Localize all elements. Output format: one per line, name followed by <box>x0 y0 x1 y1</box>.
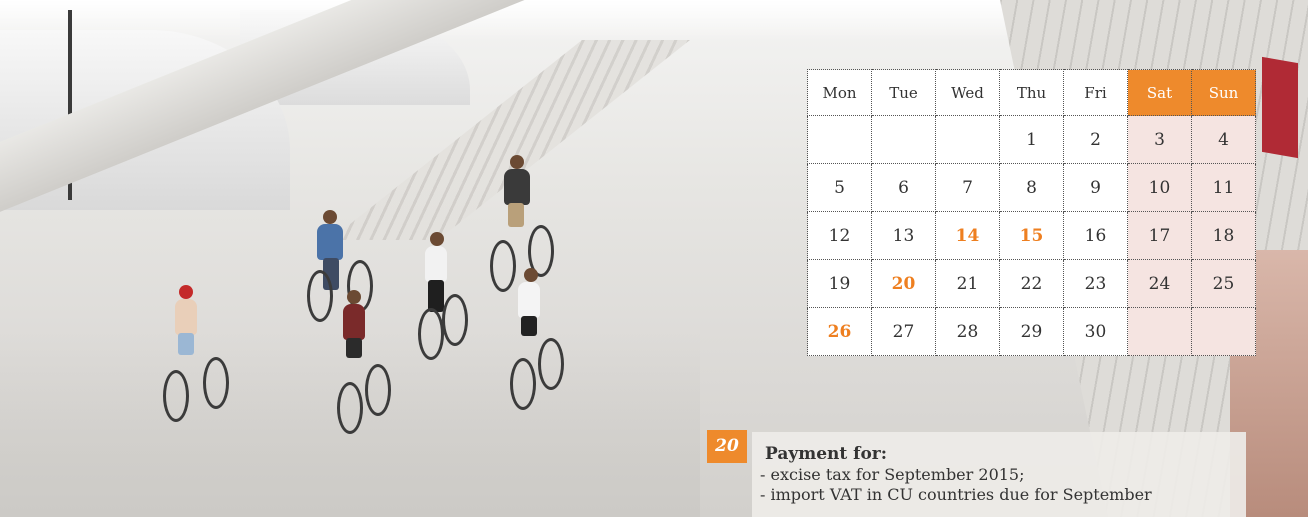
calendar-week-row: 1234 <box>807 115 1256 164</box>
weekday-tue: Tue <box>871 69 936 116</box>
month-calendar: Mon Tue Wed Thu Fri Sat Sun 1 2 3 4 5 6 7 8 9 10 1… <box>807 69 1256 356</box>
calendar-day-cell: 17 <box>1127 211 1192 260</box>
calendar-day-cell: 21 <box>935 259 1000 308</box>
calendar-day-cell: 7 <box>935 163 1000 212</box>
calendar-day-cell: 29 <box>999 307 1064 356</box>
calendar-day-cell: 4 <box>1191 115 1256 164</box>
calendar-day-cell: 19 <box>807 259 872 308</box>
calendar-empty-cell <box>871 115 936 164</box>
weekday-fri: Fri <box>1063 69 1128 116</box>
calendar-day-cell: 30 <box>1063 307 1128 356</box>
calendar-day-cell: 5 <box>807 163 872 212</box>
notice-item: - import VAT in CU countries due for Sep… <box>760 485 1152 504</box>
notice-title: Payment for: <box>765 444 888 464</box>
calendar-empty-cell <box>1127 307 1192 356</box>
calendar-day-cell: 13 <box>871 211 936 260</box>
calendar-day-cell: 15 <box>999 211 1064 260</box>
calendar-day-cell: 8 <box>999 163 1064 212</box>
calendar-day-cell: 9 <box>1063 163 1128 212</box>
calendar-day-cell: 1 <box>999 115 1064 164</box>
calendar-day-cell: 20 <box>871 259 936 308</box>
weekday-sun: Sun <box>1191 69 1256 116</box>
notice-item: - excise tax for September 2015; <box>760 465 1025 484</box>
calendar-day-cell: 23 <box>1063 259 1128 308</box>
notice-day-badge: 20 <box>707 430 747 463</box>
calendar-day-cell: 10 <box>1127 163 1192 212</box>
calendar-week-row: 26 27 28 29 30 <box>807 307 1256 356</box>
weekday-sat: Sat <box>1127 69 1192 116</box>
weekday-thu: Thu <box>999 69 1064 116</box>
calendar-day-cell: 16 <box>1063 211 1128 260</box>
weekday-mon: Mon <box>807 69 872 116</box>
calendar-weeks: 1 2 3 4 5 6 7 8 9 10 11 12 13 14 15 16 17 18 19 20 21 22 23 24 2… <box>807 115 1256 356</box>
calendar-day-cell: 6 <box>871 163 936 212</box>
red-sign <box>1262 56 1298 159</box>
calendar-day-cell: 2 <box>1063 115 1128 164</box>
calendar-day-cell: 14 <box>935 211 1000 260</box>
calendar-empty-cell <box>807 115 872 164</box>
calendar-day-cell: 28 <box>935 307 1000 356</box>
calendar-day-cell: 12 <box>807 211 872 260</box>
calendar-empty-cell <box>935 115 1000 164</box>
calendar-week-row: 5 6 7 8 9 10 11 <box>807 163 1256 212</box>
calendar-week-row: 12 13 14 15 16 17 18 <box>807 211 1256 260</box>
calendar-day-cell: 24 <box>1127 259 1192 308</box>
payment-notice: Payment for: - excise tax for September … <box>752 432 1246 517</box>
calendar-empty-cell <box>1191 307 1256 356</box>
calendar-day-cell: 22 <box>999 259 1064 308</box>
calendar-day-cell: 26 <box>807 307 872 356</box>
calendar-day-cell: 3 <box>1127 115 1192 164</box>
weekday-wed: Wed <box>935 69 1000 116</box>
calendar-day-cell: 11 <box>1191 163 1256 212</box>
calendar-day-cell: 18 <box>1191 211 1256 260</box>
calendar-week-row: 19 20 21 22 23 24 25 <box>807 259 1256 308</box>
calendar-day-cell: 25 <box>1191 259 1256 308</box>
weekday-header-row: Mon Tue Wed Thu Fri Sat Sun <box>807 69 1256 116</box>
calendar-day-cell: 27 <box>871 307 936 356</box>
